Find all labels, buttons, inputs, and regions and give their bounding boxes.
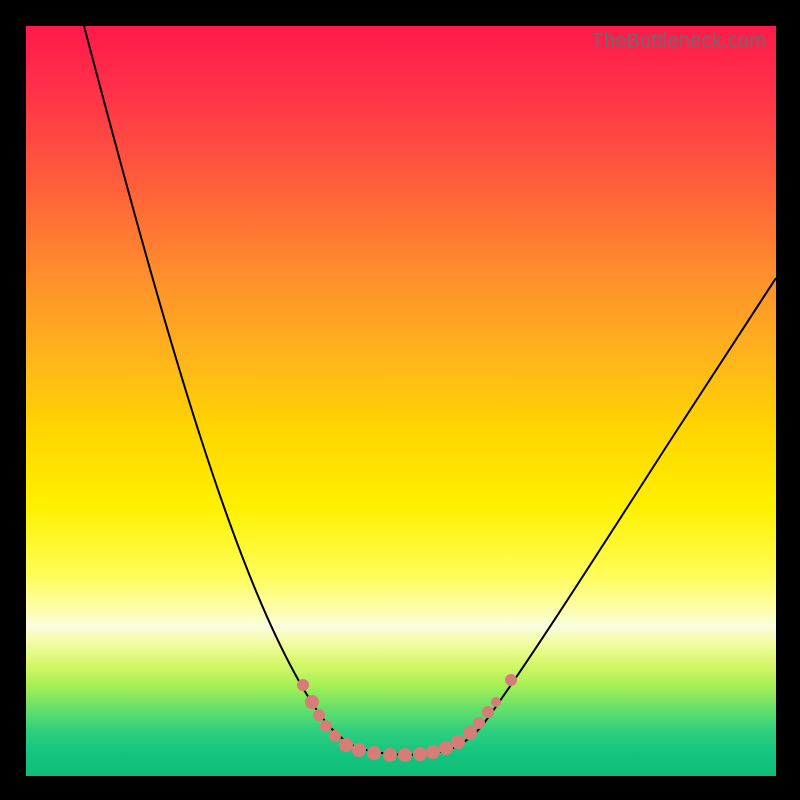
- marker-dot: [426, 745, 440, 759]
- marker-dot: [398, 748, 412, 762]
- marker-dot: [505, 674, 517, 686]
- marker-dot: [383, 748, 397, 762]
- chart-overlay: [26, 26, 776, 776]
- marker-dot: [339, 738, 353, 752]
- marker-dot: [320, 720, 332, 732]
- marker-dot: [413, 747, 427, 761]
- marker-dot: [367, 746, 381, 760]
- bottleneck-curve: [84, 26, 776, 755]
- marker-dot: [329, 730, 341, 742]
- marker-dot: [482, 706, 494, 718]
- marker-dot: [352, 743, 366, 757]
- watermark-text: TheBottleneck.com: [591, 30, 766, 53]
- chart-frame: TheBottleneck.com: [0, 0, 800, 800]
- marker-dot: [297, 679, 309, 691]
- marker-dot: [305, 695, 319, 709]
- marker-dot: [451, 735, 465, 749]
- marker-dot: [313, 709, 325, 721]
- marker-dot: [463, 726, 477, 740]
- gradient-plot-area: TheBottleneck.com: [26, 26, 776, 776]
- marker-dot: [439, 741, 453, 755]
- marker-dot: [491, 697, 501, 707]
- sweet-spot-markers: [297, 674, 517, 762]
- marker-dot: [473, 717, 485, 729]
